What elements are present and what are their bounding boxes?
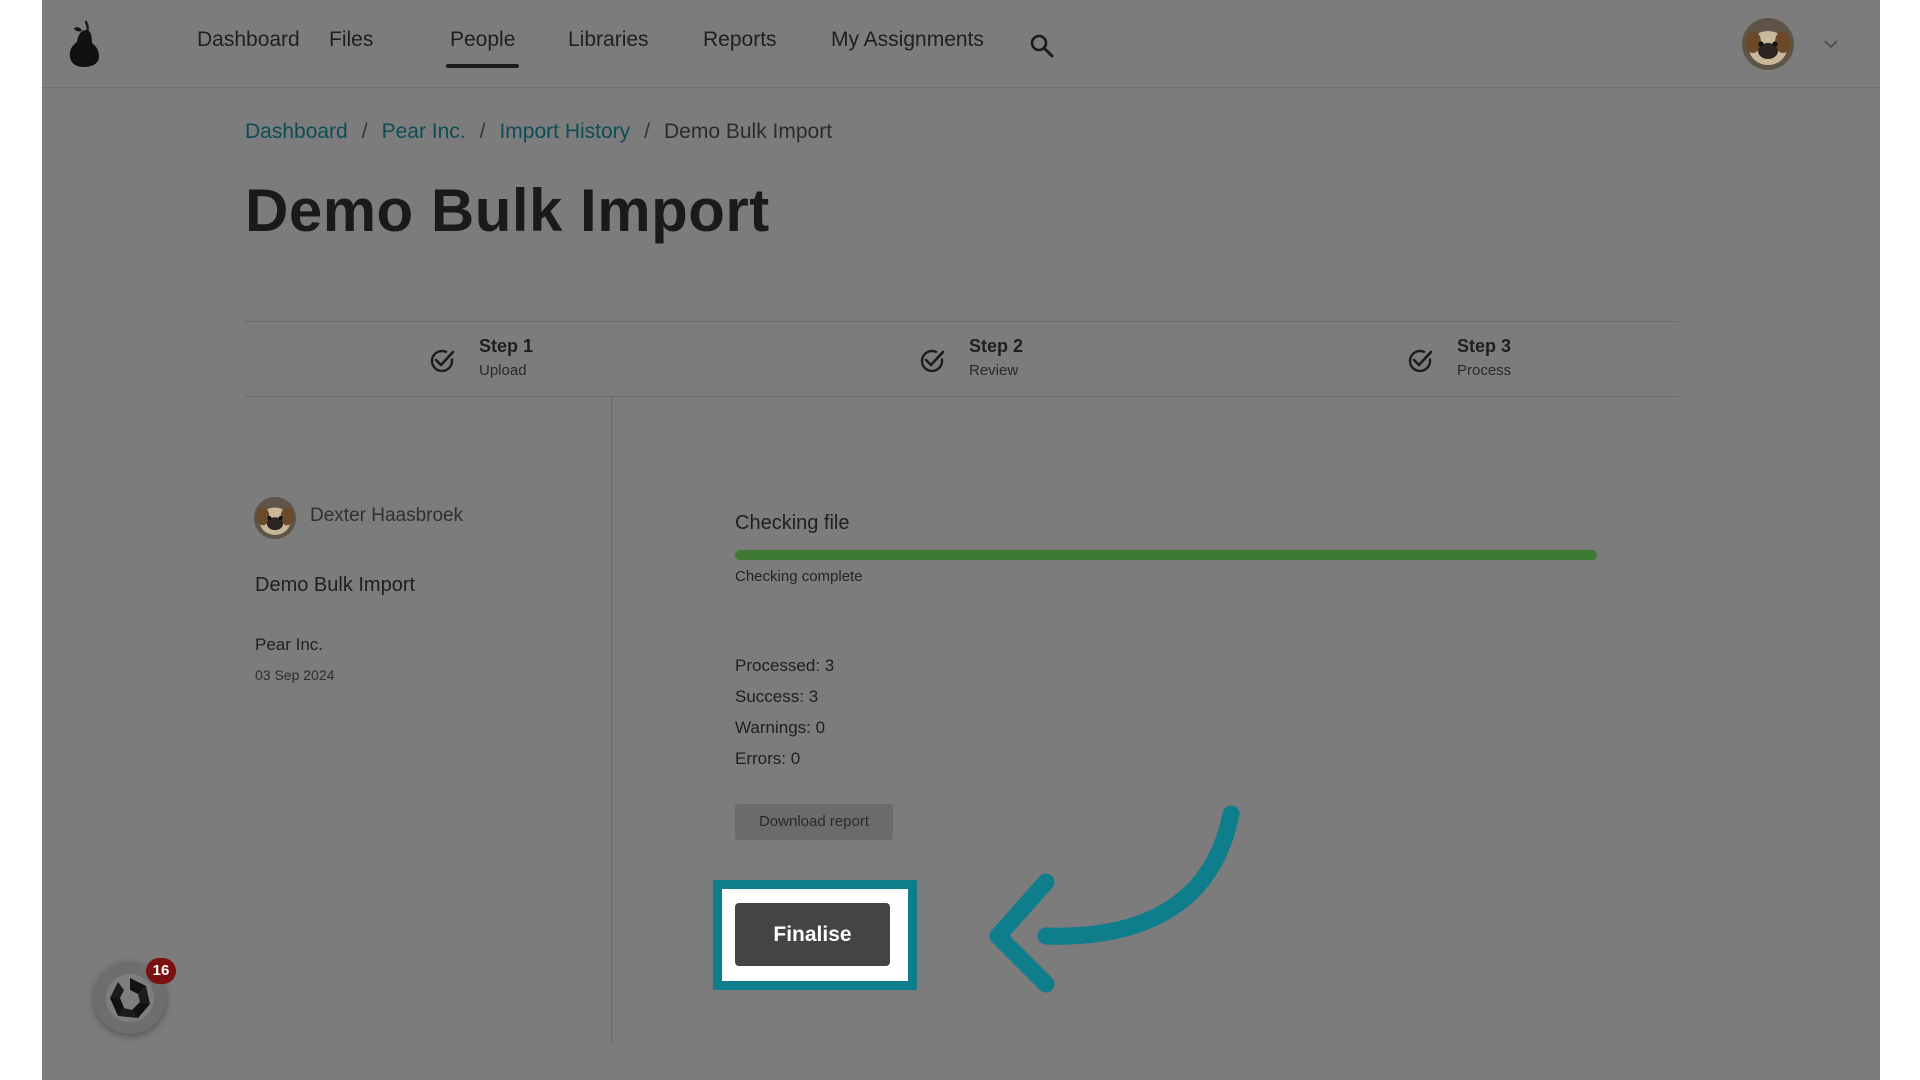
pear-logo-icon[interactable] xyxy=(66,20,102,68)
author-avatar xyxy=(254,497,296,539)
help-widget-button[interactable]: 16 xyxy=(94,958,176,1034)
step-subtitle: Upload xyxy=(479,362,527,379)
column-divider xyxy=(611,396,612,1044)
notification-badge: 16 xyxy=(146,958,176,984)
step-subtitle: Process xyxy=(1457,362,1512,379)
nav-dashboard[interactable]: Dashboard xyxy=(197,28,300,58)
import-stepper: Step 1 Upload Step 2 Review Step 3 Proce… xyxy=(245,321,1679,397)
step-title: Step 3 xyxy=(1457,336,1512,356)
step-title: Step 2 xyxy=(969,336,1024,356)
check-circle-icon xyxy=(920,349,945,373)
chevron-down-icon[interactable] xyxy=(1823,38,1839,50)
download-report-button[interactable]: Download report xyxy=(735,804,893,840)
page-title: Demo Bulk Import xyxy=(245,177,770,244)
check-circle-icon xyxy=(1408,349,1433,373)
breadcrumb: Dashboard / Pear Inc. / Import History / Demo … xyxy=(245,120,832,144)
check-circle-icon xyxy=(430,349,455,373)
author-name: Dexter Haasbroek xyxy=(310,505,464,526)
stat-errors: Errors: 0 xyxy=(735,749,801,768)
search-icon[interactable] xyxy=(1029,33,1055,59)
stat-warnings: Warnings: 0 xyxy=(735,718,826,737)
checking-status: Checking complete xyxy=(735,568,863,585)
step-subtitle: Review xyxy=(969,362,1019,379)
breadcrumb-dashboard[interactable]: Dashboard xyxy=(245,120,348,143)
nav-my-assignments[interactable]: My Assignments xyxy=(831,28,984,58)
top-navigation: Dashboard Files People Libraries Reports… xyxy=(42,0,1880,88)
nav-people[interactable]: People xyxy=(445,28,520,68)
nav-files[interactable]: Files xyxy=(329,28,373,58)
breadcrumb-import-history[interactable]: Import History xyxy=(499,120,630,143)
import-date: 03 Sep 2024 xyxy=(255,667,335,683)
app-window: Dashboard Files People Libraries Reports… xyxy=(42,0,1880,1080)
breadcrumb-separator: / xyxy=(361,120,368,143)
pointer-arrow-icon xyxy=(989,805,1240,993)
breadcrumb-pear-inc[interactable]: Pear Inc. xyxy=(382,120,466,143)
progress-bar xyxy=(735,550,1597,560)
nav-reports[interactable]: Reports xyxy=(703,28,777,58)
stat-processed: Processed: 3 xyxy=(735,656,835,675)
import-name: Demo Bulk Import xyxy=(255,574,416,596)
finalise-button[interactable]: Finalise xyxy=(735,903,890,966)
organization-name: Pear Inc. xyxy=(255,635,324,654)
breadcrumb-separator: / xyxy=(479,120,486,143)
help-widget-icon xyxy=(106,974,154,1022)
progress-fill xyxy=(735,550,1597,560)
step-title: Step 1 xyxy=(479,336,534,356)
user-avatar[interactable] xyxy=(1742,18,1794,70)
checking-file-title: Checking file xyxy=(735,512,850,534)
breadcrumb-current: Demo Bulk Import xyxy=(664,120,833,143)
stat-success: Success: 3 xyxy=(735,687,819,706)
breadcrumb-separator: / xyxy=(644,120,650,143)
nav-libraries[interactable]: Libraries xyxy=(568,28,649,58)
